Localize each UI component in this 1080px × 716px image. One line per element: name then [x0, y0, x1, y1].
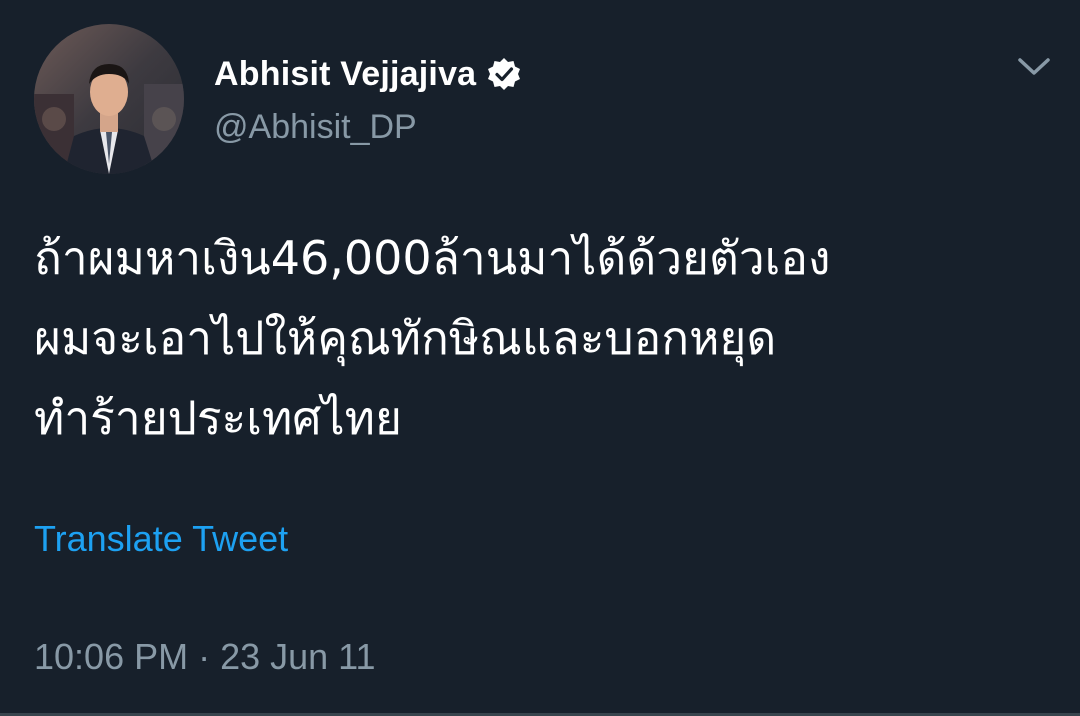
avatar[interactable]: [34, 24, 184, 174]
author-name[interactable]: Abhisit Vejjajiva: [214, 55, 476, 94]
tweet-timestamp[interactable]: 10:06 PM · 23 Jun 11: [34, 636, 376, 678]
tweet-text: ถ้าผมหาเงิน46,000ล้านมาได้ด้วยตัวเอง ผมจ…: [34, 231, 831, 445]
chevron-down-icon[interactable]: [1014, 50, 1054, 82]
author-handle[interactable]: @Abhisit_DP: [214, 108, 417, 147]
avatar-photo-icon: [34, 24, 184, 174]
author-row: Abhisit Vejjajiva: [214, 50, 522, 98]
tweet-card: Abhisit Vejjajiva @Abhisit_DP ถ้าผมหาเงิ…: [0, 0, 1080, 716]
verified-badge-icon: [486, 56, 522, 92]
translate-tweet-link[interactable]: Translate Tweet: [34, 518, 288, 560]
